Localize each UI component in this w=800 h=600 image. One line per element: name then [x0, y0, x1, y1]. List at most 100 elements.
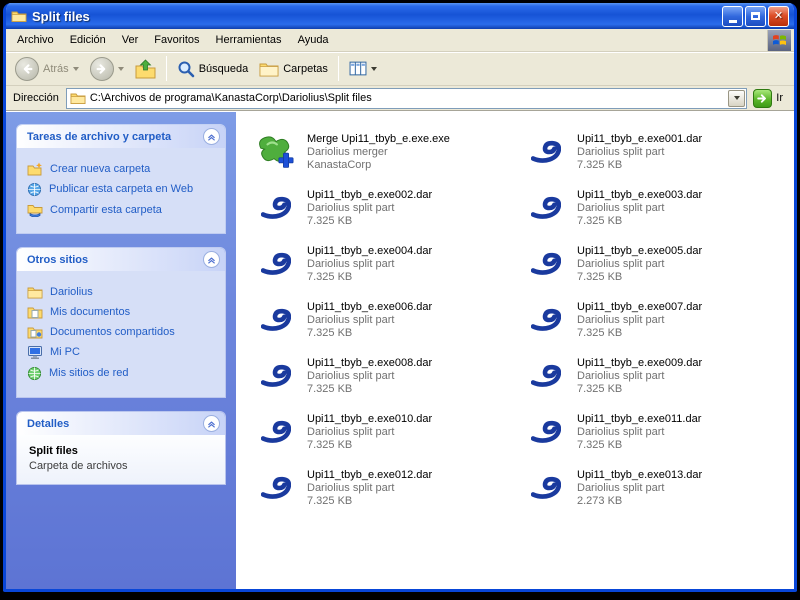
- menu-favoritos[interactable]: Favoritos: [146, 31, 207, 49]
- panel-details-title: Detalles: [27, 417, 70, 430]
- file-description: Dariolius merger: [307, 145, 388, 158]
- file-icon: [254, 412, 298, 452]
- file-description: Dariolius split part: [307, 201, 395, 214]
- file-size: 7.325 KB: [577, 214, 623, 227]
- file-tile[interactable]: Upi11_tbyb_e.exe007.dar Dariolius split …: [520, 292, 788, 348]
- panel-other-places-body: Dariolius Mis documentos Documentos comp…: [17, 271, 225, 397]
- file-name[interactable]: Upi11_tbyb_e.exe003.dar: [577, 189, 702, 202]
- place-documentos-compartidos[interactable]: Documentos compartidos: [27, 325, 221, 339]
- file-name[interactable]: Merge Upi11_tbyb_e.exe.exe: [307, 133, 450, 146]
- collapse-chevron-icon[interactable]: [203, 415, 220, 432]
- search-button[interactable]: Búsqueda: [173, 55, 253, 83]
- file-description: Dariolius split part: [577, 201, 665, 214]
- file-description: Dariolius split part: [307, 481, 395, 494]
- network-places-icon: [27, 366, 42, 381]
- place-label[interactable]: Mis documentos: [50, 306, 130, 319]
- file-tile[interactable]: Upi11_tbyb_e.exe011.dar Dariolius split …: [520, 404, 788, 460]
- file-tile[interactable]: Upi11_tbyb_e.exe005.dar Dariolius split …: [520, 236, 788, 292]
- file-tile[interactable]: Upi11_tbyb_e.exe006.dar Dariolius split …: [250, 292, 518, 348]
- shared-documents-icon: [27, 327, 43, 339]
- file-name[interactable]: Upi11_tbyb_e.exe008.dar: [307, 357, 432, 370]
- place-label[interactable]: Mis sitios de red: [49, 367, 128, 380]
- task-create-folder[interactable]: Crear nueva carpeta: [27, 162, 221, 176]
- back-button[interactable]: Atrás: [11, 55, 83, 83]
- file-name[interactable]: Upi11_tbyb_e.exe001.dar: [577, 133, 702, 146]
- share-folder-icon: [27, 205, 43, 217]
- windows-logo-icon: [767, 29, 791, 51]
- address-dropdown-button[interactable]: [728, 89, 746, 107]
- file-size: 7.325 KB: [307, 270, 353, 283]
- file-name[interactable]: Upi11_tbyb_e.exe007.dar: [577, 301, 702, 314]
- file-name[interactable]: Upi11_tbyb_e.exe004.dar: [307, 245, 432, 258]
- forward-dropdown-icon[interactable]: [117, 66, 124, 71]
- address-input[interactable]: C:\Archivos de programa\KanastaCorp\Dari…: [65, 87, 748, 109]
- file-tile[interactable]: Upi11_tbyb_e.exe003.dar Dariolius split …: [520, 180, 788, 236]
- task-label[interactable]: Compartir esta carpeta: [50, 204, 162, 217]
- task-pane: Tareas de archivo y carpeta Crear nueva …: [6, 112, 236, 589]
- folders-button[interactable]: Carpetas: [255, 55, 332, 83]
- place-mi-pc[interactable]: Mi PC: [27, 345, 221, 360]
- panel-details-header[interactable]: Detalles: [17, 412, 225, 435]
- dar-file-icon: [261, 420, 291, 443]
- file-text: Upi11_tbyb_e.exe008.dar Dariolius split …: [307, 357, 432, 396]
- back-arrow-icon: [15, 56, 39, 81]
- file-name[interactable]: Upi11_tbyb_e.exe013.dar: [577, 469, 702, 482]
- file-name[interactable]: Upi11_tbyb_e.exe002.dar: [307, 189, 432, 202]
- menu-herramientas[interactable]: Herramientas: [208, 31, 290, 49]
- file-name[interactable]: Upi11_tbyb_e.exe006.dar: [307, 301, 432, 314]
- file-tile[interactable]: Upi11_tbyb_e.exe009.dar Dariolius split …: [520, 348, 788, 404]
- menu-edicion[interactable]: Edición: [62, 31, 114, 49]
- file-list-area[interactable]: Merge Upi11_tbyb_e.exe.exe Dariolius mer…: [236, 112, 794, 589]
- file-text: Upi11_tbyb_e.exe012.dar Dariolius split …: [307, 469, 432, 508]
- panel-file-tasks-header[interactable]: Tareas de archivo y carpeta: [17, 125, 225, 148]
- file-text: Upi11_tbyb_e.exe009.dar Dariolius split …: [577, 357, 702, 396]
- views-button[interactable]: [345, 55, 381, 83]
- menu-archivo[interactable]: Archivo: [9, 31, 62, 49]
- address-path[interactable]: C:\Archivos de programa\KanastaCorp\Dari…: [90, 92, 724, 104]
- place-label[interactable]: Dariolius: [50, 286, 93, 299]
- go-button[interactable]: Ir: [747, 88, 791, 108]
- dar-file-icon: [531, 308, 561, 331]
- place-label[interactable]: Documentos compartidos: [50, 326, 175, 339]
- panel-other-places-header[interactable]: Otros sitios: [17, 248, 225, 271]
- file-name[interactable]: Upi11_tbyb_e.exe010.dar: [307, 413, 432, 426]
- close-button[interactable]: ✕: [768, 5, 789, 27]
- file-text: Upi11_tbyb_e.exe007.dar Dariolius split …: [577, 301, 702, 340]
- menu-ayuda[interactable]: Ayuda: [290, 31, 337, 49]
- file-tile[interactable]: Upi11_tbyb_e.exe013.dar Dariolius split …: [520, 460, 788, 516]
- collapse-chevron-icon[interactable]: [203, 251, 220, 268]
- task-label[interactable]: Publicar esta carpeta en Web: [49, 183, 193, 196]
- file-tile[interactable]: Upi11_tbyb_e.exe001.dar Dariolius split …: [520, 124, 788, 180]
- menu-ver[interactable]: Ver: [114, 31, 147, 49]
- file-name[interactable]: Upi11_tbyb_e.exe005.dar: [577, 245, 702, 258]
- place-mis-documentos[interactable]: Mis documentos: [27, 305, 221, 319]
- title-bar[interactable]: Split files ✕: [6, 3, 794, 29]
- task-label[interactable]: Crear nueva carpeta: [50, 163, 150, 176]
- file-tile[interactable]: Upi11_tbyb_e.exe002.dar Dariolius split …: [250, 180, 518, 236]
- task-share-folder[interactable]: Compartir esta carpeta: [27, 203, 221, 217]
- file-tile[interactable]: Upi11_tbyb_e.exe012.dar Dariolius split …: [250, 460, 518, 516]
- task-publish-web[interactable]: Publicar esta carpeta en Web: [27, 182, 221, 197]
- collapse-chevron-icon[interactable]: [203, 128, 220, 145]
- place-dariolius[interactable]: Dariolius: [27, 285, 221, 299]
- minimize-button[interactable]: [722, 5, 743, 27]
- forward-button[interactable]: [86, 55, 128, 83]
- up-button[interactable]: [131, 55, 160, 83]
- file-tile[interactable]: Merge Upi11_tbyb_e.exe.exe Dariolius mer…: [250, 124, 518, 180]
- place-mis-sitios-de-red[interactable]: Mis sitios de red: [27, 366, 221, 381]
- file-name[interactable]: Upi11_tbyb_e.exe012.dar: [307, 469, 432, 482]
- toolbar-separator: [165, 56, 167, 81]
- explorer-window: Split files ✕ Archivo Edición Ver Favori…: [3, 3, 797, 592]
- file-tile[interactable]: Upi11_tbyb_e.exe004.dar Dariolius split …: [250, 236, 518, 292]
- views-dropdown-icon[interactable]: [370, 66, 377, 71]
- dar-file-icon: [531, 420, 561, 443]
- maximize-button[interactable]: [745, 5, 766, 27]
- place-label[interactable]: Mi PC: [50, 346, 80, 359]
- file-text: Upi11_tbyb_e.exe001.dar Dariolius split …: [577, 133, 702, 172]
- file-name[interactable]: Upi11_tbyb_e.exe009.dar: [577, 357, 702, 370]
- file-description: Dariolius split part: [307, 257, 395, 270]
- file-tile[interactable]: Upi11_tbyb_e.exe008.dar Dariolius split …: [250, 348, 518, 404]
- back-dropdown-icon[interactable]: [72, 66, 79, 71]
- file-tile[interactable]: Upi11_tbyb_e.exe010.dar Dariolius split …: [250, 404, 518, 460]
- file-name[interactable]: Upi11_tbyb_e.exe011.dar: [577, 413, 701, 426]
